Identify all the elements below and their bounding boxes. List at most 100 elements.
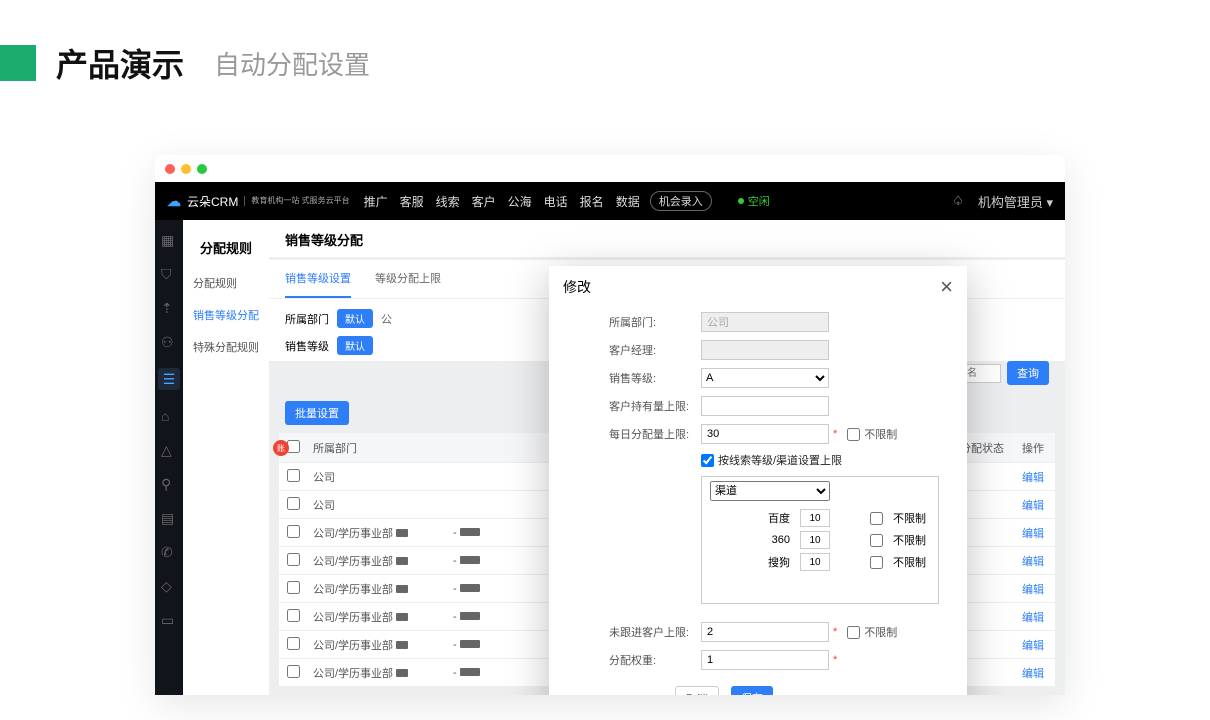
grade-select[interactable]: A [701, 368, 829, 388]
edit-link[interactable]: 编辑 [1022, 528, 1044, 540]
weight-input[interactable] [701, 650, 829, 670]
person-icon[interactable]: ⚲ [161, 476, 177, 492]
daily-input[interactable] [701, 424, 829, 444]
modal-title: 修改 [563, 277, 591, 297]
modal-body: 所属部门: 客户经理: 销售等级: A 客户持有量上限: [549, 308, 967, 682]
window-controls [155, 155, 1065, 182]
channel-type-select[interactable]: 渠道 [710, 481, 830, 501]
nav-leads[interactable]: 线索 [436, 193, 460, 210]
unfollow-unlimited-checkbox[interactable] [847, 626, 860, 639]
row-checkbox[interactable] [287, 637, 300, 650]
filter-company[interactable]: 公 [381, 311, 392, 327]
by-channel-checkbox[interactable] [701, 454, 714, 467]
distribute-icon[interactable]: ☰ [158, 368, 180, 390]
sidebar-item-special[interactable]: 特殊分配规则 [183, 331, 269, 363]
sidebar-item-grade[interactable]: 销售等级分配 [183, 299, 269, 331]
bell-icon[interactable]: ♤ [952, 193, 964, 209]
channel-unlimited-checkbox[interactable] [870, 512, 883, 525]
nav-phone[interactable]: 电话 [544, 193, 568, 210]
row-checkbox[interactable] [287, 469, 300, 482]
logo-subtext: 教育机构一站 式服务云平台 [244, 196, 349, 206]
nav-items: 推广 客服 线索 客户 公海 电话 报名 数据 [364, 193, 640, 210]
filter-default-chip[interactable]: 默认 [337, 309, 373, 328]
row-dept: 公司 [307, 469, 447, 485]
status-dot-icon [738, 198, 744, 204]
row-checkbox[interactable] [287, 525, 300, 538]
main-content: 账 销售等级分配 销售等级设置 等级分配上限 所属部门 默认 公 销售等级 [269, 220, 1065, 695]
edit-link[interactable]: 编辑 [1022, 612, 1044, 624]
row-checkbox[interactable] [287, 553, 300, 566]
tag-icon[interactable]: ◇ [161, 578, 177, 594]
maximize-window-dot[interactable] [197, 164, 207, 174]
app-body: ▦ ⛉ ⇡ ⚇ ☰ ⌂ △ ⚲ ▤ ✆ ◇ ▭ 分配规则 分配规则 销售等级分配… [155, 220, 1065, 695]
edit-link[interactable]: 编辑 [1022, 500, 1044, 512]
channel-limit-input[interactable] [800, 531, 830, 549]
search-button[interactable]: 查询 [1007, 361, 1049, 385]
channel-unlimited-checkbox[interactable] [870, 556, 883, 569]
topnav-right: ♤ 机构管理员 ▾ [952, 192, 1053, 211]
filter-grade-label: 销售等级 [285, 338, 329, 354]
nav-signup[interactable]: 报名 [580, 193, 604, 210]
warn-icon[interactable]: △ [161, 442, 177, 458]
tab-grade-settings[interactable]: 销售等级设置 [285, 260, 351, 298]
filter-grade-chip[interactable]: 默认 [337, 336, 373, 355]
row-checkbox[interactable] [287, 497, 300, 510]
edit-link[interactable]: 编辑 [1022, 640, 1044, 652]
logo[interactable]: ☁ 云朵CRM 教育机构一站 式服务云平台 [167, 193, 350, 210]
edit-link[interactable]: 编辑 [1022, 584, 1044, 596]
channel-name: 360 [750, 534, 790, 546]
call-icon[interactable]: ✆ [161, 544, 177, 560]
notification-badge[interactable]: 账 [273, 440, 289, 456]
users-icon[interactable]: ⚇ [161, 334, 177, 350]
hold-input[interactable] [701, 396, 829, 416]
edit-link[interactable]: 编辑 [1022, 472, 1044, 484]
home-icon[interactable]: ⌂ [161, 408, 177, 424]
row-dept: 公司 [307, 497, 447, 513]
status-text: 空闲 [748, 193, 770, 209]
unfollow-input[interactable] [701, 622, 829, 642]
channel-limit-input[interactable] [800, 509, 830, 527]
row-checkbox[interactable] [287, 665, 300, 678]
status-indicator[interactable]: 空闲 [738, 193, 770, 209]
row-dept: 公司/学历事业部 [307, 609, 447, 625]
channel-unlimited-checkbox[interactable] [870, 534, 883, 547]
app-root: ☁ 云朵CRM 教育机构一站 式服务云平台 推广 客服 线索 客户 公海 电话 … [155, 182, 1065, 695]
save-button[interactable]: 保存 [731, 686, 773, 695]
edit-link[interactable]: 编辑 [1022, 556, 1044, 568]
unfollow-unlimited-label: 不限制 [864, 624, 897, 640]
doc-icon[interactable]: ▤ [161, 510, 177, 526]
unfollow-label: 未跟进客户上限: [609, 624, 701, 640]
stats-icon[interactable]: ⇡ [161, 300, 177, 316]
batch-settings-button[interactable]: 批量设置 [285, 401, 349, 425]
dashboard-icon[interactable]: ▦ [161, 232, 177, 248]
channel-name: 百度 [750, 510, 790, 526]
nav-public[interactable]: 公海 [508, 193, 532, 210]
minimize-window-dot[interactable] [181, 164, 191, 174]
msg-icon[interactable]: ▭ [161, 612, 177, 628]
main-header: 销售等级分配 [269, 220, 1065, 258]
row-checkbox[interactable] [287, 609, 300, 622]
nav-promote[interactable]: 推广 [364, 193, 388, 210]
browser-window: ☁ 云朵CRM 教育机构一站 式服务云平台 推广 客服 线索 客户 公海 电话 … [155, 155, 1065, 695]
opportunity-entry-button[interactable]: 机会录入 [650, 191, 712, 211]
daily-unlimited-checkbox[interactable] [847, 428, 860, 441]
nav-data[interactable]: 数据 [616, 193, 640, 210]
channel-limit-input[interactable] [800, 553, 830, 571]
nav-service[interactable]: 客服 [400, 193, 424, 210]
nav-customers[interactable]: 客户 [472, 193, 496, 210]
close-icon[interactable]: × [940, 276, 953, 298]
row-checkbox[interactable] [287, 581, 300, 594]
tab-grade-limits[interactable]: 等级分配上限 [375, 260, 441, 298]
shield-icon[interactable]: ⛉ [161, 266, 177, 282]
cancel-button[interactable]: 取消 [675, 686, 719, 695]
channel-unlimited-label: 不限制 [893, 554, 926, 570]
required-star: * [833, 428, 837, 440]
mgr-label: 客户经理: [609, 342, 701, 358]
dept-input [701, 312, 829, 332]
edit-link[interactable]: 编辑 [1022, 668, 1044, 680]
close-window-dot[interactable] [165, 164, 175, 174]
logo-text: 云朵CRM [187, 193, 238, 210]
grade-label: 销售等级: [609, 370, 701, 386]
user-menu[interactable]: 机构管理员 ▾ [978, 192, 1053, 211]
sidebar-item-rules[interactable]: 分配规则 [183, 267, 269, 299]
